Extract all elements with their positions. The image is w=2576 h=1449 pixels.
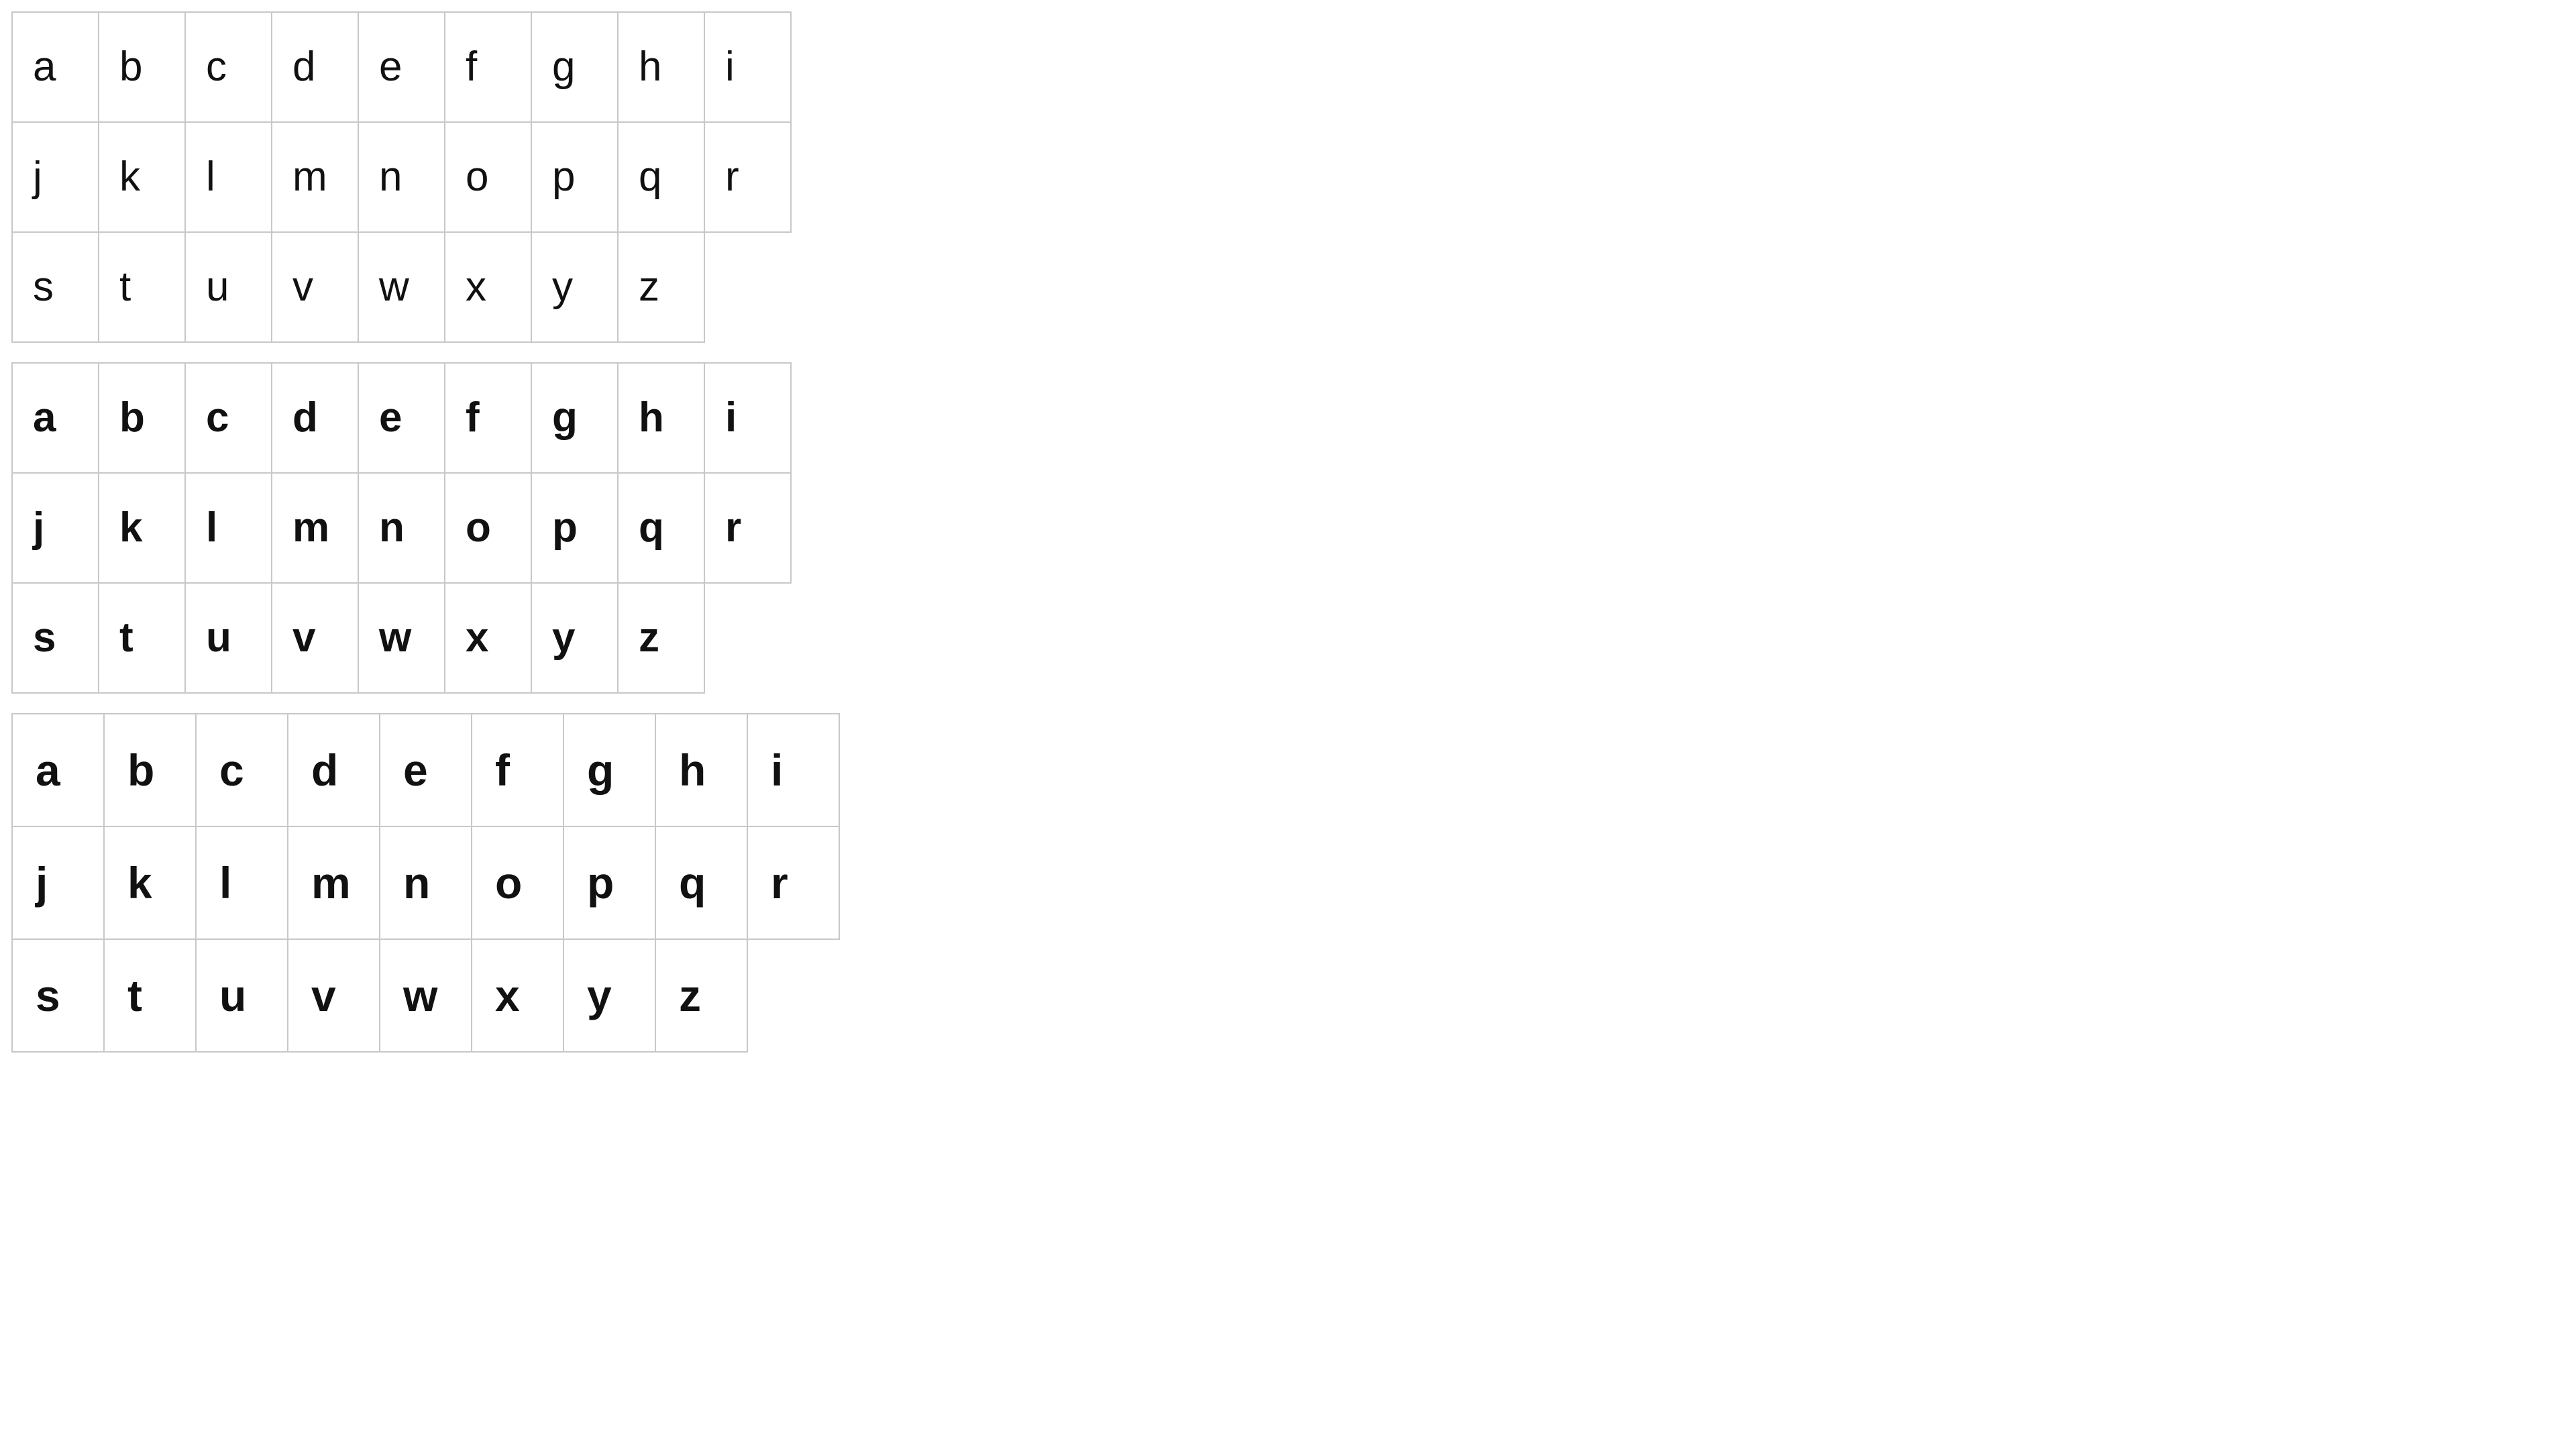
letter-cell: j (13, 474, 99, 584)
letter-cell: h (619, 13, 705, 123)
letter-cell: f (472, 714, 564, 827)
letter-cell: k (99, 123, 186, 233)
letter-cell: j (13, 827, 105, 940)
letter-cell: s (13, 940, 105, 1053)
letter-cell: o (445, 474, 532, 584)
letter-cell: g (532, 364, 619, 474)
letter-cell: a (13, 714, 105, 827)
letter-cell: f (445, 13, 532, 123)
letter-cell: q (619, 123, 705, 233)
letter-cell: p (564, 827, 656, 940)
letter-cell: w (380, 940, 472, 1053)
letter-cell: r (705, 123, 792, 233)
letter-cell: r (705, 474, 792, 584)
letter-cell: v (272, 233, 359, 343)
letter-cell: y (532, 233, 619, 343)
letter-grid-bold: abcdefghi jklmnopqr stuvwxyz (11, 713, 840, 1053)
letter-cell: s (13, 233, 99, 343)
letter-cell: m (272, 474, 359, 584)
letter-cell: e (380, 714, 472, 827)
letter-cell: r (748, 827, 840, 940)
letter-cell: q (656, 827, 748, 940)
letter-cell: m (288, 827, 380, 940)
letter-cell: y (564, 940, 656, 1053)
letter-cell: p (532, 123, 619, 233)
letter-cell: i (748, 714, 840, 827)
letter-cell: g (564, 714, 656, 827)
letter-cell: n (359, 474, 445, 584)
letter-cell: x (445, 233, 532, 343)
letter-cell: t (99, 233, 186, 343)
letter-cell: q (619, 474, 705, 584)
letter-cell: m (272, 123, 359, 233)
letter-cell: l (197, 827, 288, 940)
letter-cell: h (619, 364, 705, 474)
letter-cell: c (197, 714, 288, 827)
letter-grid-semibold: abcdefghi jklmnopqr stuvwxyz (11, 362, 792, 694)
letter-cell: k (99, 474, 186, 584)
letter-cell: f (445, 364, 532, 474)
letter-cell: j (13, 123, 99, 233)
letter-cell: i (705, 364, 792, 474)
letter-cell: v (272, 584, 359, 694)
letter-cell: z (619, 233, 705, 343)
letter-grid-regular: abcdefghi jklmnopqr stuvwxyz (11, 11, 792, 343)
letter-cell: o (472, 827, 564, 940)
letter-cell: u (186, 233, 272, 343)
letter-cell: n (359, 123, 445, 233)
letter-cell: i (705, 13, 792, 123)
letter-cell: a (13, 364, 99, 474)
letter-cell: t (105, 940, 197, 1053)
letter-cell: l (186, 474, 272, 584)
letter-cell: s (13, 584, 99, 694)
letter-cell: c (186, 364, 272, 474)
letter-cell: e (359, 364, 445, 474)
letter-cell: b (99, 364, 186, 474)
letter-cell: c (186, 13, 272, 123)
letter-cell: z (656, 940, 748, 1053)
letter-cell: x (472, 940, 564, 1053)
letter-cell: u (197, 940, 288, 1053)
letter-cell: d (288, 714, 380, 827)
letter-cell: t (99, 584, 186, 694)
letter-cell: p (532, 474, 619, 584)
letter-cell: h (656, 714, 748, 827)
letter-cell: k (105, 827, 197, 940)
letter-cell: v (288, 940, 380, 1053)
letter-cell: g (532, 13, 619, 123)
letter-cell: d (272, 13, 359, 123)
letter-cell: w (359, 233, 445, 343)
letter-cell: b (105, 714, 197, 827)
letter-cell: e (359, 13, 445, 123)
letter-cell: n (380, 827, 472, 940)
letter-cell: z (619, 584, 705, 694)
letter-cell: d (272, 364, 359, 474)
letter-cell: b (99, 13, 186, 123)
letter-cell: l (186, 123, 272, 233)
letter-cell: o (445, 123, 532, 233)
letter-cell: w (359, 584, 445, 694)
letter-cell: y (532, 584, 619, 694)
letter-cell: x (445, 584, 532, 694)
letter-cell: a (13, 13, 99, 123)
letter-cell: u (186, 584, 272, 694)
